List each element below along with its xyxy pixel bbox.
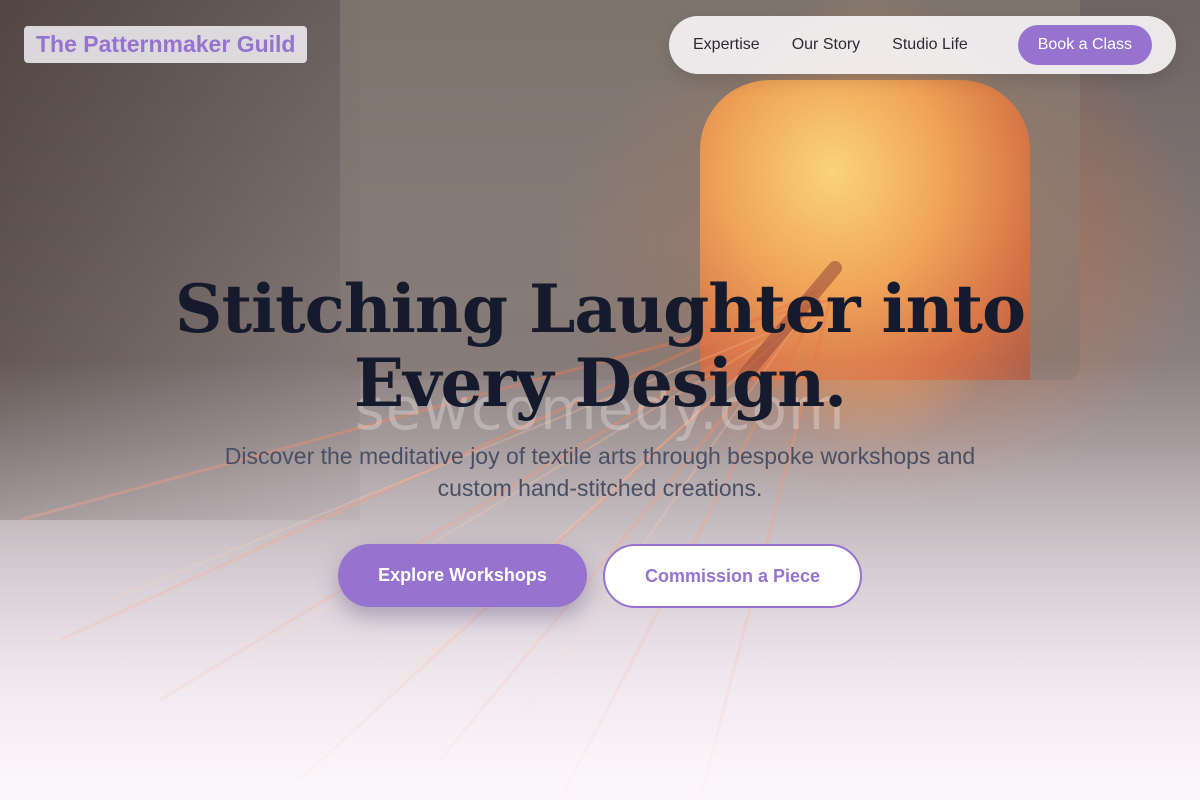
headline-line-1: Stitching Laughter into [174, 270, 1026, 348]
commission-piece-button[interactable]: Commission a Piece [603, 544, 862, 608]
hero-subtitle: Discover the meditative joy of textile a… [170, 440, 1030, 504]
nav-link-expertise[interactable]: Expertise [693, 36, 760, 54]
book-class-button[interactable]: Book a Class [1017, 25, 1152, 65]
hero-headline: Stitching Laughter into Every Design. [0, 272, 1200, 420]
explore-workshops-button[interactable]: Explore Workshops [338, 544, 587, 607]
subtitle-line-2: custom hand-stitched creations. [437, 475, 763, 501]
headline-line-2: Every Design. [353, 344, 847, 422]
nav-link-studio-life[interactable]: Studio Life [892, 36, 968, 54]
main-nav: Expertise Our Story Studio Life Book a C… [669, 16, 1176, 74]
subtitle-line-1: Discover the meditative joy of textile a… [224, 443, 976, 469]
brand-logo[interactable]: The Patternmaker Guild [24, 26, 308, 63]
nav-link-our-story[interactable]: Our Story [792, 36, 860, 54]
